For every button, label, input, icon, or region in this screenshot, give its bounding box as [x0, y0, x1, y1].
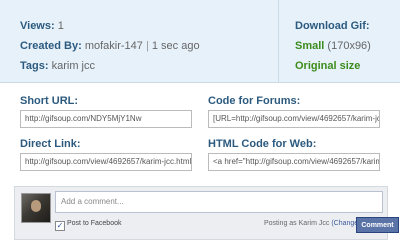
short-url-field[interactable]: http://gifsoup.com/NDY5MjY1Nw — [20, 110, 192, 128]
gif-stats: Views: 1 Created By: mofakir-147 | 1 sec… — [20, 16, 200, 76]
created-by-label: Created By: — [20, 40, 82, 52]
share-links: Short URL: http://gifsoup.com/NDY5MjY1Nw… — [0, 83, 400, 183]
download-title: Download Gif: — [295, 20, 370, 32]
post-to-facebook-label: Post to Facebook — [67, 220, 122, 227]
creator-username[interactable]: mofakir-147 — [85, 40, 143, 52]
created-time: 1 sec ago — [151, 40, 200, 52]
created-separator: | — [145, 40, 149, 52]
download-original-link[interactable]: Original size — [295, 56, 371, 76]
avatar — [21, 193, 51, 223]
facebook-comment-box: Add a comment... ✓ Post to Facebook Post… — [14, 186, 399, 240]
direct-link-label: Direct Link: — [20, 138, 81, 150]
panel-divider — [278, 0, 279, 82]
post-to-facebook-checkbox[interactable]: ✓ — [55, 221, 65, 231]
forum-code-field[interactable]: [URL=http://gifsoup.com/view/4692657/kar… — [208, 110, 380, 128]
gif-info-panel: Views: 1 Created By: mofakir-147 | 1 sec… — [0, 0, 400, 83]
posting-as-text: Posting as Karim Jcc — [264, 220, 330, 227]
short-url-label: Short URL: — [20, 95, 79, 107]
views-label: Views: — [20, 20, 55, 32]
tag-link[interactable]: karim jcc — [52, 60, 95, 72]
posting-as: Posting as Karim Jcc (Change) — [264, 220, 361, 227]
direct-link-field[interactable]: http://gifsoup.com/view/4692657/karim-jc… — [20, 153, 192, 171]
avatar-face — [31, 200, 41, 212]
created-by-row: Created By: mofakir-147 | 1 sec ago — [20, 36, 200, 56]
html-code-field[interactable]: <a href="http://gifsoup.com/view/4692657… — [208, 153, 380, 171]
download-small-size: (170x96) — [327, 40, 371, 52]
download-small-link[interactable]: Small — [295, 40, 324, 52]
comment-button[interactable]: Comment — [356, 217, 399, 233]
tags-row: Tags: karim jcc — [20, 56, 200, 76]
views-row: Views: 1 — [20, 16, 200, 36]
download-options: Download Gif: Small (170x96) Original si… — [295, 16, 371, 76]
html-code-label: HTML Code for Web: — [208, 138, 317, 150]
download-small-row: Small (170x96) — [295, 36, 371, 56]
tags-label: Tags: — [20, 60, 49, 72]
comment-input[interactable]: Add a comment... — [55, 191, 383, 213]
views-count: 1 — [57, 20, 64, 32]
forum-code-label: Code for Forums: — [208, 95, 301, 107]
